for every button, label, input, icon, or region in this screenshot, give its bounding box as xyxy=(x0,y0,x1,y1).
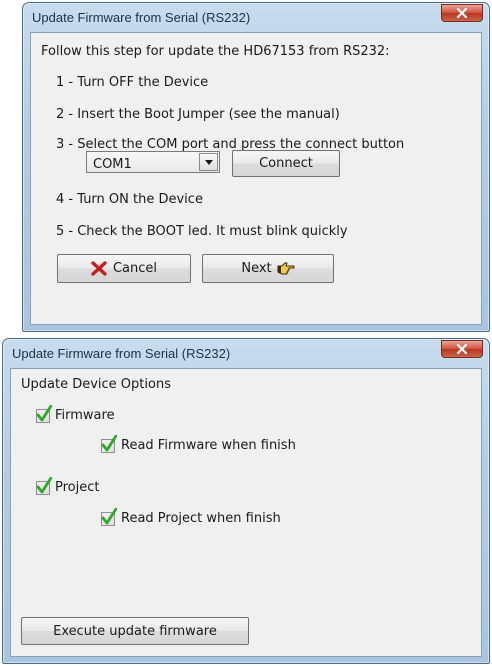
project-label: Project xyxy=(55,480,100,495)
chevron-down-icon xyxy=(204,159,213,165)
green-check-icon xyxy=(36,405,52,422)
execute-update-label: Execute update firmware xyxy=(53,623,217,639)
close-icon xyxy=(456,8,468,18)
firmware-checkbox[interactable] xyxy=(36,405,52,423)
cancel-button[interactable]: Cancel xyxy=(57,254,191,283)
connect-label: Connect xyxy=(259,156,313,171)
pointing-hand-icon xyxy=(277,262,295,275)
next-button[interactable]: Next xyxy=(202,254,334,283)
green-check-icon xyxy=(36,477,52,494)
step-2-text: 2 - Insert the Boot Jumper (see the manu… xyxy=(56,107,340,122)
step-4-text: 4 - Turn ON the Device xyxy=(56,192,203,207)
title-bar[interactable]: Update Firmware from Serial (RS232) xyxy=(3,339,489,367)
green-check-icon xyxy=(101,435,117,452)
close-button[interactable] xyxy=(441,340,483,358)
section-label: Update Device Options xyxy=(21,377,171,392)
update-firmware-dialog: Update Firmware from Serial (RS232) Foll… xyxy=(22,2,490,332)
step-5-text: 5 - Check the BOOT led. It must blink qu… xyxy=(56,224,348,239)
update-options-dialog: Update Firmware from Serial (RS232) Upda… xyxy=(2,338,490,664)
cancel-label: Cancel xyxy=(112,261,158,276)
firmware-label: Firmware xyxy=(55,408,115,423)
close-icon xyxy=(456,344,468,354)
com-port-select[interactable]: COM1 xyxy=(86,151,220,173)
step-3-text: 3 - Select the COM port and press the co… xyxy=(56,137,405,152)
intro-text: Follow this step for update the HD67153 … xyxy=(41,44,390,59)
dialog-body: Follow this step for update the HD67153 … xyxy=(30,32,482,325)
read-project-checkbox[interactable] xyxy=(101,508,117,526)
read-project-label: Read Project when finish xyxy=(121,511,281,526)
close-button[interactable] xyxy=(441,4,483,22)
dropdown-arrow[interactable] xyxy=(199,153,218,171)
green-check-icon xyxy=(101,508,117,525)
read-firmware-label: Read Firmware when finish xyxy=(121,438,296,453)
com-port-value: COM1 xyxy=(93,157,132,172)
title-bar[interactable]: Update Firmware from Serial (RS232) xyxy=(23,3,489,31)
window-title: Update Firmware from Serial (RS232) xyxy=(32,10,251,25)
step-1-text: 1 - Turn OFF the Device xyxy=(56,75,209,90)
project-checkbox[interactable] xyxy=(36,477,52,495)
window-title: Update Firmware from Serial (RS232) xyxy=(12,346,231,361)
next-label: Next xyxy=(241,261,272,276)
execute-update-button[interactable]: Execute update firmware xyxy=(21,617,249,645)
dialog-body: Update Device Options Firmware Read Firm… xyxy=(10,368,482,657)
read-firmware-checkbox[interactable] xyxy=(101,435,117,453)
connect-button[interactable]: Connect xyxy=(232,150,340,177)
red-x-icon xyxy=(91,261,107,276)
